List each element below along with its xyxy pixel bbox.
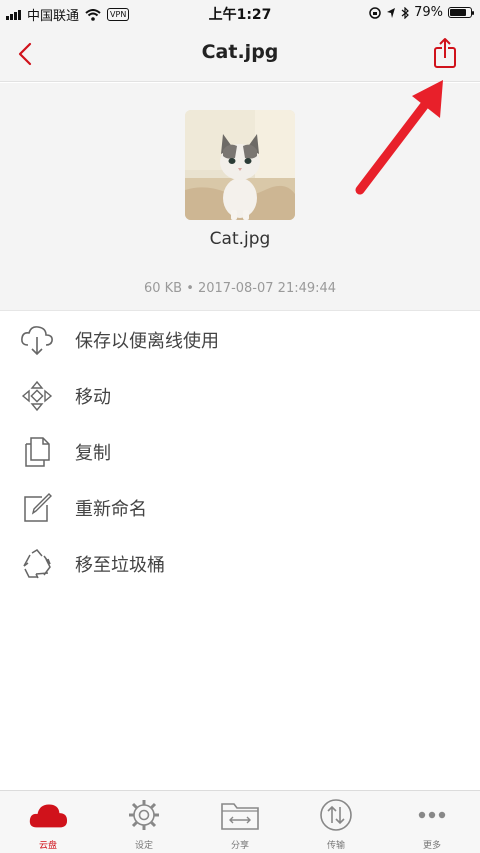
tab-label: 传输: [326, 841, 345, 851]
share-icon: [434, 38, 456, 68]
tab-transfer[interactable]: 传输: [288, 791, 384, 853]
share-button[interactable]: [430, 36, 460, 70]
status-right: 79%: [369, 5, 474, 20]
action-label: 移动: [75, 387, 111, 408]
status-bar: 中国联通 VPN 上午1:27 79%: [0, 0, 480, 26]
file-name: Cat.jpg: [209, 229, 271, 249]
cloud-icon: [28, 796, 68, 834]
more-icon: [412, 796, 452, 834]
battery-percent: 79%: [414, 5, 443, 20]
tab-share[interactable]: 分享: [192, 791, 288, 853]
tab-label: 设定: [134, 841, 153, 851]
transfer-icon: [316, 796, 356, 834]
bluetooth-icon: [401, 6, 409, 19]
page-title: Cat.jpg: [201, 41, 279, 63]
action-label: 重新命名: [75, 499, 147, 520]
battery-icon: [448, 7, 474, 18]
location-icon: [387, 7, 396, 18]
folder-share-icon: [220, 796, 260, 834]
edit-icon: [17, 488, 57, 528]
tab-label: 云盘: [38, 841, 57, 851]
action-label: 保存以便离线使用: [75, 331, 219, 352]
cloud-download-icon: [17, 320, 57, 360]
gear-icon: [124, 796, 164, 834]
file-thumbnail[interactable]: [185, 110, 295, 220]
recycle-icon: [17, 544, 57, 584]
cat-photo: [185, 110, 295, 220]
action-save-offline[interactable]: 保存以便离线使用: [0, 312, 480, 368]
tab-bar: 云盘 设定 分享 传输 更多: [0, 790, 480, 853]
tab-settings[interactable]: 设定: [96, 791, 192, 853]
tab-more[interactable]: 更多: [384, 791, 480, 853]
tab-cloud[interactable]: 云盘: [0, 791, 96, 853]
action-list: 保存以便离线使用 移动 复制 重新命名 移至垃圾桶: [0, 312, 480, 592]
lock-rotation-icon: [369, 6, 381, 19]
action-move[interactable]: 移动: [0, 368, 480, 424]
move-arrows-icon: [17, 376, 57, 416]
tab-label: 分享: [230, 841, 249, 851]
action-trash[interactable]: 移至垃圾桶: [0, 536, 480, 592]
copy-icon: [17, 432, 57, 472]
action-label: 复制: [75, 443, 111, 464]
action-copy[interactable]: 复制: [0, 424, 480, 480]
file-meta: 60 KB • 2017-08-07 21:49:44: [143, 281, 337, 296]
battery-fill: [450, 9, 466, 16]
action-rename[interactable]: 重新命名: [0, 480, 480, 536]
action-label: 移至垃圾桶: [75, 555, 165, 576]
annotation-arrow-icon: [355, 80, 443, 195]
tab-label: 更多: [422, 841, 441, 851]
